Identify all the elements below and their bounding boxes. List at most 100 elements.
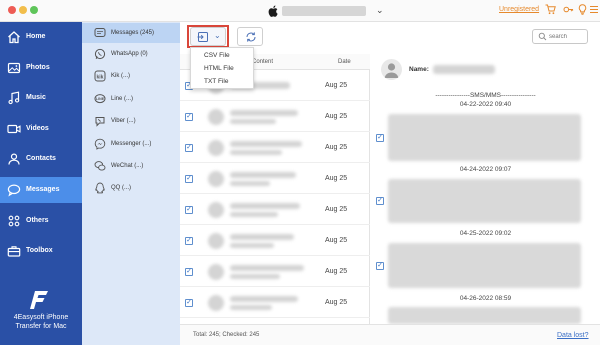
messages-icon — [7, 184, 21, 197]
message-checkbox[interactable]: ✓ — [376, 134, 384, 142]
minimize-window-button[interactable] — [19, 6, 27, 14]
cart-icon[interactable] — [544, 4, 556, 16]
sidebar-item-videos[interactable]: Videos — [0, 116, 82, 142]
export-format-menu: CSV File HTML File TXT File — [190, 47, 254, 89]
others-icon — [8, 215, 20, 227]
line-icon: LINE — [94, 94, 106, 104]
message-bubble-redacted — [388, 243, 581, 288]
brand-name: 4Easysoft iPhone Transfer for Mac — [4, 313, 78, 331]
message-preview-redacted — [230, 234, 294, 240]
message-preview-redacted — [230, 141, 302, 147]
menu-icon[interactable] — [588, 4, 600, 16]
contact-avatar-redacted — [208, 171, 224, 187]
table-row[interactable]: ✓ Aug 25 — [180, 102, 370, 132]
message-preview-redacted — [230, 110, 298, 116]
zoom-window-button[interactable] — [30, 6, 38, 14]
message-preview-redacted — [230, 274, 280, 279]
key-icon[interactable] — [562, 4, 574, 16]
export-highlight-box — [187, 25, 229, 48]
category-messenger[interactable]: Messenger (...) — [82, 134, 180, 154]
category-messages[interactable]: Messages (245) — [82, 23, 180, 43]
category-label: WeChat (...) — [111, 163, 144, 169]
unregistered-link[interactable]: Unregistered — [499, 6, 539, 13]
row-checkbox[interactable]: ✓ — [185, 113, 193, 121]
contacts-icon — [8, 153, 20, 165]
message-preview-redacted — [230, 203, 300, 209]
message-preview-redacted — [230, 172, 296, 178]
table-row[interactable]: ✓ Aug 25 — [180, 133, 370, 163]
category-line[interactable]: LINE Line (...) — [82, 89, 180, 109]
lightbulb-icon[interactable] — [576, 4, 588, 16]
sms-mms-header: ----------------SMS/MMS---------------- — [435, 92, 536, 99]
sidebar-item-contacts[interactable]: Contacts — [0, 146, 82, 172]
conversation-detail: Name: ----------------SMS/MMS-----------… — [371, 54, 600, 324]
category-qq[interactable]: QQ (...) — [82, 178, 180, 198]
whatsapp-icon — [94, 48, 106, 60]
message-preview-redacted — [230, 150, 282, 155]
message-preview-redacted — [230, 305, 272, 310]
contact-avatar-redacted — [208, 264, 224, 280]
kik-icon: kik — [94, 70, 106, 82]
photos-icon — [7, 62, 21, 74]
message-timestamp: 04-22-2022 09:40 — [459, 101, 512, 108]
message-checkbox[interactable]: ✓ — [376, 197, 384, 205]
sidebar-item-label: Photos — [26, 64, 50, 71]
refresh-button[interactable] — [237, 27, 263, 46]
contact-avatar-redacted — [208, 202, 224, 218]
sidebar-item-label: Videos — [26, 125, 49, 132]
row-date: Aug 25 — [325, 113, 348, 120]
svg-text:kik: kik — [97, 74, 104, 80]
menu-item-csv-file[interactable]: CSV File — [191, 49, 253, 62]
status-footer: Total: 245; Checked: 245 Data lost? — [180, 324, 600, 345]
message-preview-redacted — [230, 243, 274, 248]
table-row[interactable]: ✓ Aug 25 — [180, 288, 370, 318]
chevron-down-icon[interactable]: ⌄ — [376, 5, 384, 16]
close-window-button[interactable] — [8, 6, 16, 14]
row-date: Aug 25 — [325, 299, 348, 306]
menu-item-html-file[interactable]: HTML File — [191, 62, 253, 75]
table-row[interactable]: ✓ Aug 25 — [180, 164, 370, 194]
row-checkbox[interactable]: ✓ — [185, 144, 193, 152]
category-label: WhatsApp (0) — [111, 51, 148, 57]
row-checkbox[interactable]: ✓ — [185, 237, 193, 245]
table-row[interactable]: ✓ Aug 25 — [180, 226, 370, 256]
message-bubble-redacted — [388, 114, 581, 161]
category-viber[interactable]: Viber (...) — [82, 111, 180, 131]
row-date: Aug 25 — [325, 237, 348, 244]
contact-avatar-redacted — [208, 233, 224, 249]
wechat-icon — [94, 161, 106, 171]
table-row[interactable]: ✓ Aug 25 — [180, 195, 370, 225]
category-whatsapp[interactable]: WhatsApp (0) — [82, 44, 180, 64]
date-column-header[interactable]: Date — [338, 59, 351, 65]
menu-item-txt-file[interactable]: TXT File — [191, 75, 253, 88]
category-wechat[interactable]: WeChat (...) — [82, 156, 180, 176]
search-input[interactable] — [549, 31, 585, 42]
person-icon — [384, 63, 399, 78]
row-checkbox[interactable]: ✓ — [185, 175, 193, 183]
sidebar-item-messages[interactable]: Messages — [0, 177, 82, 203]
apple-icon — [268, 5, 278, 17]
message-list: Content Date ✓ Aug 25 ✓ Aug 25 ✓ Aug 25 … — [180, 54, 370, 324]
sidebar-item-home[interactable]: Home — [0, 24, 82, 50]
device-name-redacted[interactable] — [282, 6, 366, 16]
message-checkbox[interactable]: ✓ — [376, 262, 384, 270]
row-checkbox[interactable]: ✓ — [185, 299, 193, 307]
table-row[interactable]: ✓ Aug 25 — [180, 257, 370, 287]
qq-icon — [95, 182, 105, 194]
viber-icon — [95, 117, 105, 127]
sidebar-item-music[interactable]: Music — [0, 85, 82, 111]
category-kik[interactable]: kik Kik (...) — [82, 66, 180, 86]
message-preview-redacted — [230, 212, 278, 217]
message-preview-redacted — [230, 181, 270, 186]
brand-line-2: Transfer for Mac — [15, 323, 67, 330]
sidebar-item-photos[interactable]: Photos — [0, 55, 82, 81]
sidebar-item-others[interactable]: Others — [0, 208, 82, 234]
sidebar-item-label: Messages — [26, 186, 60, 193]
sidebar-item-label: Contacts — [26, 155, 56, 162]
content-column-header[interactable]: Content — [252, 59, 273, 65]
sidebar-item-toolbox[interactable]: Toolbox — [0, 238, 82, 264]
data-lost-link[interactable]: Data lost? — [557, 332, 589, 339]
search-icon — [538, 32, 547, 41]
row-checkbox[interactable]: ✓ — [185, 268, 193, 276]
row-checkbox[interactable]: ✓ — [185, 206, 193, 214]
